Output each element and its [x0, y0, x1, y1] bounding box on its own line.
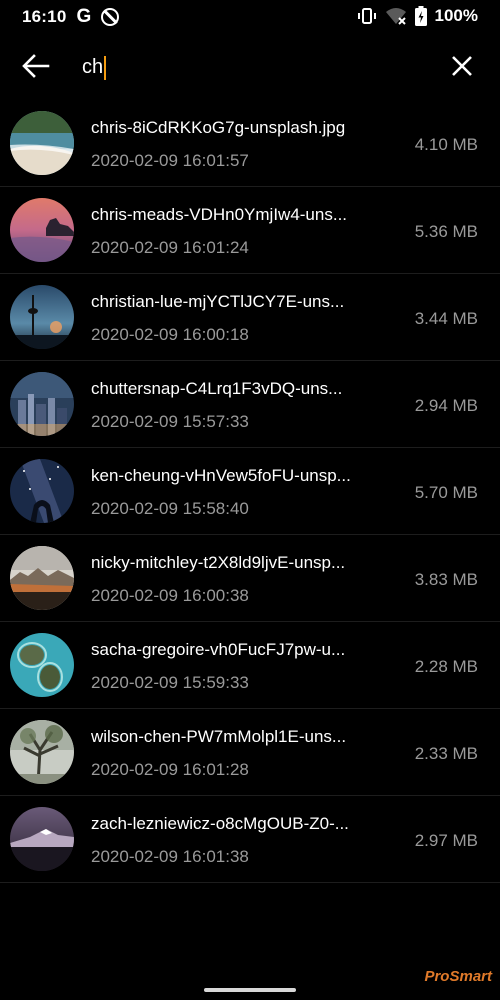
thumbnail-tower: [10, 285, 74, 349]
file-name: chris-meads-VDHn0YmjIw4-uns...: [91, 205, 348, 224]
file-name: christian-lue-mjYCTlJCY7E-uns...: [91, 292, 345, 311]
file-size: 2.33 MB: [414, 744, 478, 763]
list-item[interactable]: ken-cheung-vHnVew5foFU-unsp... 2020-02-0…: [0, 448, 500, 535]
close-icon: [452, 56, 472, 76]
list-item[interactable]: sacha-gregoire-vh0FucFJ7pw-u... 2020-02-…: [0, 622, 500, 709]
file-size: 2.94 MB: [414, 396, 478, 415]
file-size: 3.44 MB: [414, 309, 478, 328]
status-bar-right: 100%: [357, 6, 478, 26]
file-date: 2020-02-09 16:01:57: [91, 151, 249, 170]
file-list: chris-8iCdRKKoG7g-unsplash.jpg 2020-02-0…: [0, 100, 500, 883]
file-size: 4.10 MB: [414, 135, 478, 154]
file-name: sacha-gregoire-vh0FucFJ7pw-u...: [91, 640, 346, 659]
thumbnail-city-night: [10, 372, 74, 436]
battery-percent: 100%: [434, 6, 478, 25]
list-item[interactable]: chris-8iCdRKKoG7g-unsplash.jpg 2020-02-0…: [0, 100, 500, 187]
search-toolbar: ch: [0, 38, 500, 94]
thumbnail-coast-sunset: [10, 198, 74, 262]
file-name: chuttersnap-C4Lrq1F3vDQ-uns...: [91, 379, 343, 398]
file-date: 2020-02-09 16:01:28: [91, 760, 249, 779]
thumbnail-islands: [10, 633, 74, 697]
file-name: zach-lezniewicz-o8cMgOUB-Z0-...: [91, 814, 349, 833]
file-date: 2020-02-09 15:58:40: [91, 499, 249, 518]
file-date: 2020-02-09 16:00:18: [91, 325, 249, 344]
file-date: 2020-02-09 16:01:38: [91, 847, 249, 866]
thumbnail-mountain: [10, 807, 74, 871]
text-cursor: [104, 55, 107, 80]
arrow-left-icon: [22, 54, 50, 78]
status-bar-left: 16:10 G: [22, 6, 120, 28]
clear-search-button[interactable]: [448, 52, 476, 80]
file-size: 3.83 MB: [414, 570, 478, 589]
vibrate-icon: [357, 8, 376, 24]
file-name: nicky-mitchley-t2X8ld9ljvE-unsp...: [91, 553, 346, 572]
status-time: 16:10: [22, 7, 67, 26]
list-item[interactable]: zach-lezniewicz-o8cMgOUB-Z0-... 2020-02-…: [0, 796, 500, 883]
file-size: 5.36 MB: [414, 222, 478, 241]
thumbnail-beach: [10, 111, 74, 175]
home-gesture-bar[interactable]: [204, 988, 296, 992]
back-button[interactable]: [20, 52, 52, 80]
status-bar: 16:10 G 100%: [0, 0, 500, 32]
list-item[interactable]: nicky-mitchley-t2X8ld9ljvE-unsp... 2020-…: [0, 535, 500, 622]
wifi-off-icon: [385, 8, 406, 25]
file-name: wilson-chen-PW7mMolpl1E-uns...: [91, 727, 347, 746]
list-item[interactable]: chris-meads-VDHn0YmjIw4-uns... 2020-02-0…: [0, 187, 500, 274]
thumbnail-milky-way: [10, 459, 74, 523]
list-item[interactable]: wilson-chen-PW7mMolpl1E-uns... 2020-02-0…: [0, 709, 500, 796]
thumbnail-landscape: [10, 546, 74, 610]
file-date: 2020-02-09 16:01:24: [91, 238, 249, 257]
dnd-icon: [101, 8, 120, 26]
search-input-value: ch: [82, 56, 104, 78]
file-size: 2.97 MB: [414, 831, 478, 850]
list-item[interactable]: christian-lue-mjYCTlJCY7E-uns... 2020-02…: [0, 274, 500, 361]
list-item[interactable]: chuttersnap-C4Lrq1F3vDQ-uns... 2020-02-0…: [0, 361, 500, 448]
battery-icon: [414, 6, 427, 26]
file-size: 2.28 MB: [414, 657, 478, 676]
thumbnail-tree: [10, 720, 74, 784]
file-date: 2020-02-09 15:57:33: [91, 412, 249, 431]
file-name: chris-8iCdRKKoG7g-unsplash.jpg: [91, 118, 346, 137]
file-date: 2020-02-09 15:59:33: [91, 673, 249, 692]
file-size: 5.70 MB: [414, 483, 478, 502]
watermark-logo: ProSmart: [424, 968, 492, 985]
google-icon: G: [76, 6, 92, 27]
file-name: ken-cheung-vHnVew5foFU-unsp...: [91, 466, 351, 485]
search-input[interactable]: ch: [82, 52, 422, 82]
file-date: 2020-02-09 16:00:38: [91, 586, 249, 605]
